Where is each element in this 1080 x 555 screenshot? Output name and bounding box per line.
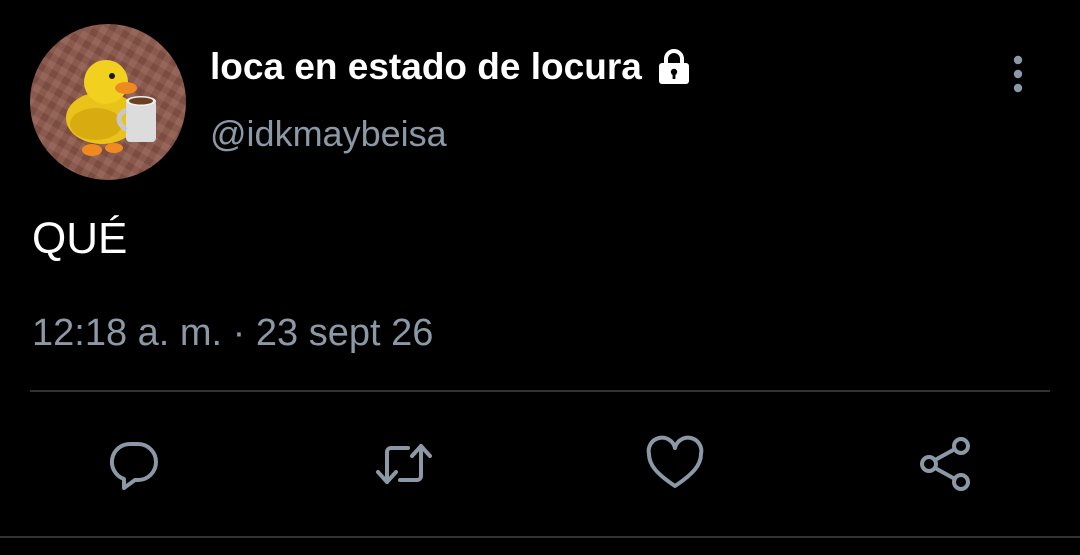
like-button[interactable] <box>643 432 707 496</box>
display-name-row[interactable]: loca en estado de locura <box>210 44 694 90</box>
lock-icon <box>654 47 694 87</box>
user-handle[interactable]: @idkmaybeisa <box>210 112 447 156</box>
reply-icon <box>109 441 158 490</box>
tweet-text: QUÉ <box>32 214 128 263</box>
retweet-button[interactable] <box>372 432 436 496</box>
tweet-timestamp[interactable]: 12:18 a. m. · 23 sept 26 <box>32 310 433 356</box>
more-options-icon[interactable] <box>998 52 1038 100</box>
share-button[interactable] <box>913 432 977 496</box>
reply-button[interactable] <box>102 432 166 496</box>
share-icon <box>920 437 970 491</box>
duck-with-mug-avatar <box>30 24 186 180</box>
retweet-icon <box>376 444 432 484</box>
heart-icon <box>646 435 704 488</box>
tweet-detail: loca en estado de locura @idkmaybeisa QU… <box>0 0 1080 555</box>
avatar[interactable] <box>30 24 186 180</box>
divider <box>30 390 1050 392</box>
display-name[interactable]: loca en estado de locura <box>210 44 642 90</box>
divider <box>0 536 1080 538</box>
